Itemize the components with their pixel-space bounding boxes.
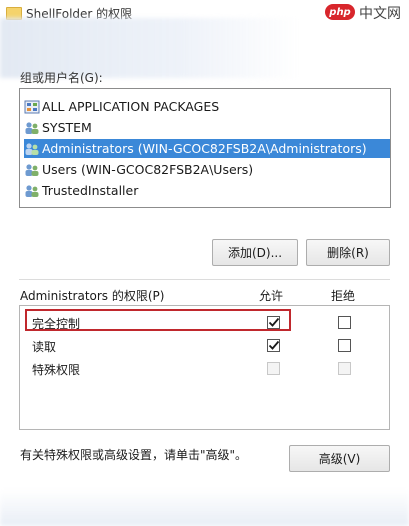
principal-listbox[interactable]: ALL APPLICATION PACKAGES SYSTEM Administ… — [19, 88, 391, 208]
list-item-selected[interactable]: Administrators (WIN-GCOC82FSB2A\Administ… — [24, 139, 390, 158]
user-group-icon — [25, 184, 39, 197]
list-item[interactable]: SYSTEM — [24, 118, 384, 137]
watermark-logo-text: 中文网 — [359, 6, 401, 22]
special-allow-checkbox — [267, 362, 280, 375]
permission-name-read: 读取 — [32, 340, 57, 354]
principal-name: TrustedInstaller — [42, 183, 139, 198]
user-group-icon — [25, 163, 39, 176]
list-item[interactable]: Users (WIN-GCOC82FSB2A\Users) — [24, 160, 384, 179]
highlight-annotation — [25, 309, 291, 331]
advanced-hint-text: 有关特殊权限或高级设置，请单击"高级"。 — [20, 448, 248, 462]
permissions-header: Administrators 的权限(P) — [20, 289, 165, 303]
permission-name-special: 特殊权限 — [32, 363, 81, 377]
bottom-blur — [0, 490, 409, 526]
list-item[interactable]: ALL APPLICATION PACKAGES — [24, 97, 384, 116]
add-button[interactable]: 添加(D)... — [212, 239, 298, 266]
principal-name: Users (WIN-GCOC82FSB2A\Users) — [42, 162, 254, 177]
user-group-icon — [25, 121, 39, 134]
full-control-deny-checkbox[interactable] — [338, 316, 351, 329]
special-deny-checkbox — [338, 362, 351, 375]
divider — [19, 279, 390, 280]
list-item[interactable]: TrustedInstaller — [24, 181, 384, 200]
principal-name: Administrators (WIN-GCOC82FSB2A\Administ… — [42, 141, 367, 156]
group-or-user-label: 组或用户名(G): — [20, 71, 103, 85]
deny-column-header: 拒绝 — [331, 289, 356, 303]
user-group-icon — [25, 142, 39, 155]
read-deny-checkbox[interactable] — [338, 339, 351, 352]
principal-name: SYSTEM — [42, 120, 92, 135]
advanced-button[interactable]: 高级(V) — [289, 445, 390, 472]
check-icon — [268, 340, 280, 350]
remove-button[interactable]: 删除(R) — [306, 239, 390, 266]
app-packages-icon — [24, 100, 40, 113]
principal-name: ALL APPLICATION PACKAGES — [42, 99, 220, 114]
read-allow-checkbox[interactable] — [267, 339, 280, 352]
watermark-logo-badge: php — [325, 4, 355, 20]
allow-column-header: 允许 — [259, 289, 284, 303]
